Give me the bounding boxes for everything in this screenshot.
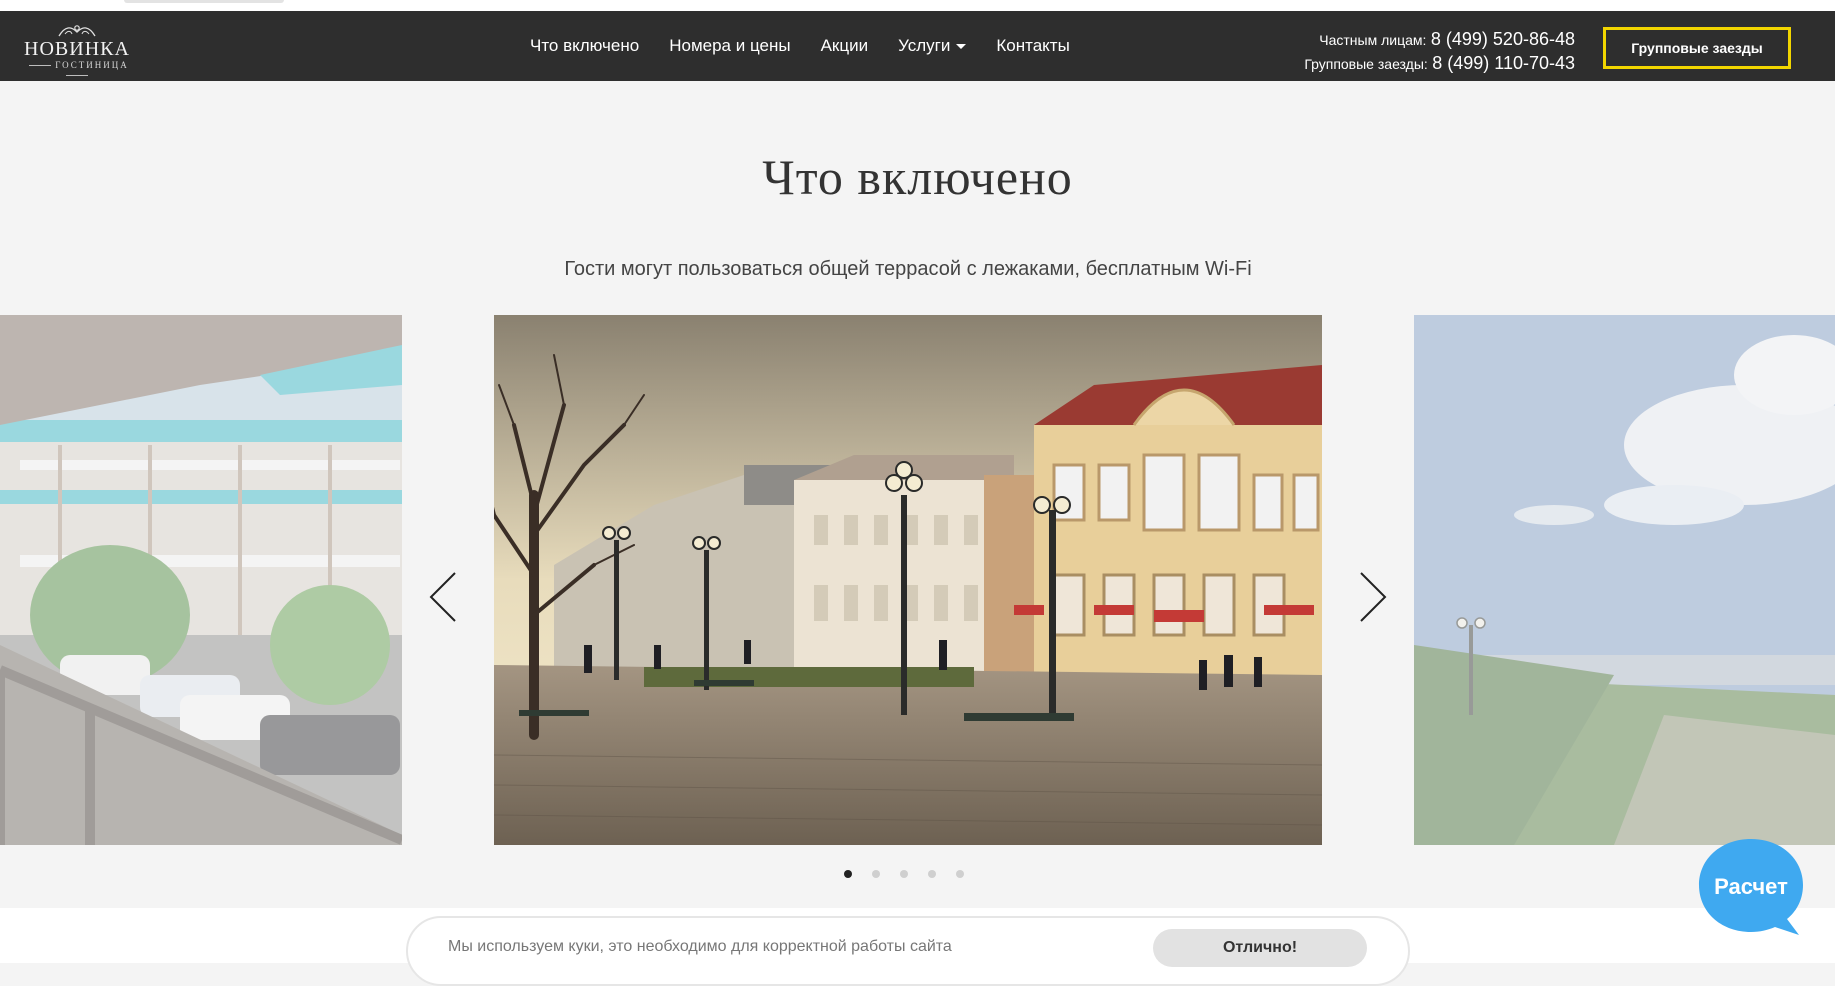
carousel-dot-3[interactable] [900, 870, 908, 878]
nav-item-services[interactable]: Услуги [898, 36, 967, 56]
calculation-chat-button[interactable]: Расчет [1697, 837, 1805, 937]
cookie-message: Мы используем куки, это необходимо для к… [448, 938, 952, 955]
browser-tab-stub [124, 0, 284, 3]
group-arrivals-button[interactable]: Групповые заезды [1603, 27, 1791, 69]
hotel-terrace-photo [0, 315, 402, 845]
seaside-promenade-photo [1414, 315, 1835, 845]
main-navigation: Что включено Номера и цены Акции Услуги … [530, 11, 1100, 81]
chevron-down-icon [956, 43, 967, 49]
nav-item-label: Номера и цены [669, 36, 791, 55]
nav-item-label: Контакты [996, 36, 1070, 55]
carousel-prev-arrow-icon[interactable] [425, 571, 465, 623]
site-header: НОВИНКА ГОСТИНИЦА Что включено Номера и … [0, 11, 1835, 81]
logo-name: НОВИНКА [24, 38, 130, 60]
cookie-banner: Мы используем куки, это необходимо для к… [406, 916, 1410, 986]
site-logo[interactable]: НОВИНКА ГОСТИНИЦА [21, 24, 133, 70]
page-title: Что включено [762, 149, 1073, 205]
carousel-slide-next[interactable] [1414, 315, 1835, 845]
private-phone-label: Частным лицам: [1319, 32, 1427, 48]
section-subtitle: Гости могут пользоваться общей террасой … [564, 258, 1252, 280]
carousel-dot-4[interactable] [928, 870, 936, 878]
browser-top-strip [0, 0, 1835, 11]
nav-item-promotions[interactable]: Акции [821, 36, 869, 56]
carousel-dot-1[interactable] [844, 870, 852, 878]
calc-label: Расчет [1714, 874, 1788, 899]
carousel-slide-prev[interactable] [0, 315, 402, 845]
nav-item-label: Акции [820, 36, 869, 55]
nav-item-included[interactable]: Что включено [530, 36, 639, 56]
carousel-next-arrow-icon[interactable] [1351, 571, 1391, 623]
cookie-accept-button[interactable]: Отлично! [1153, 929, 1367, 967]
carousel-dot-2[interactable] [872, 870, 880, 878]
nav-item-label: Что включено [530, 36, 640, 55]
nav-item-rooms-prices[interactable]: Номера и цены [669, 36, 790, 56]
carousel-dot-5[interactable] [956, 870, 964, 878]
carousel-slide-active[interactable] [494, 315, 1322, 845]
nav-item-contacts[interactable]: Контакты [996, 36, 1069, 56]
nav-item-label: Услуги [898, 36, 951, 55]
contact-phones: Частным лицам: 8 (499) 520-86-48 Группов… [1304, 28, 1575, 76]
town-street-photo [494, 315, 1322, 845]
group-phone-number[interactable]: 8 (499) 110-70-43 [1432, 53, 1575, 73]
logo-subtitle: ГОСТИНИЦА [21, 60, 133, 80]
group-phone-label: Групповые заезды: [1304, 56, 1428, 72]
carousel-pagination [844, 870, 984, 878]
private-phone-number[interactable]: 8 (499) 520-86-48 [1431, 29, 1575, 49]
crown-ornament-icon [58, 25, 96, 37]
